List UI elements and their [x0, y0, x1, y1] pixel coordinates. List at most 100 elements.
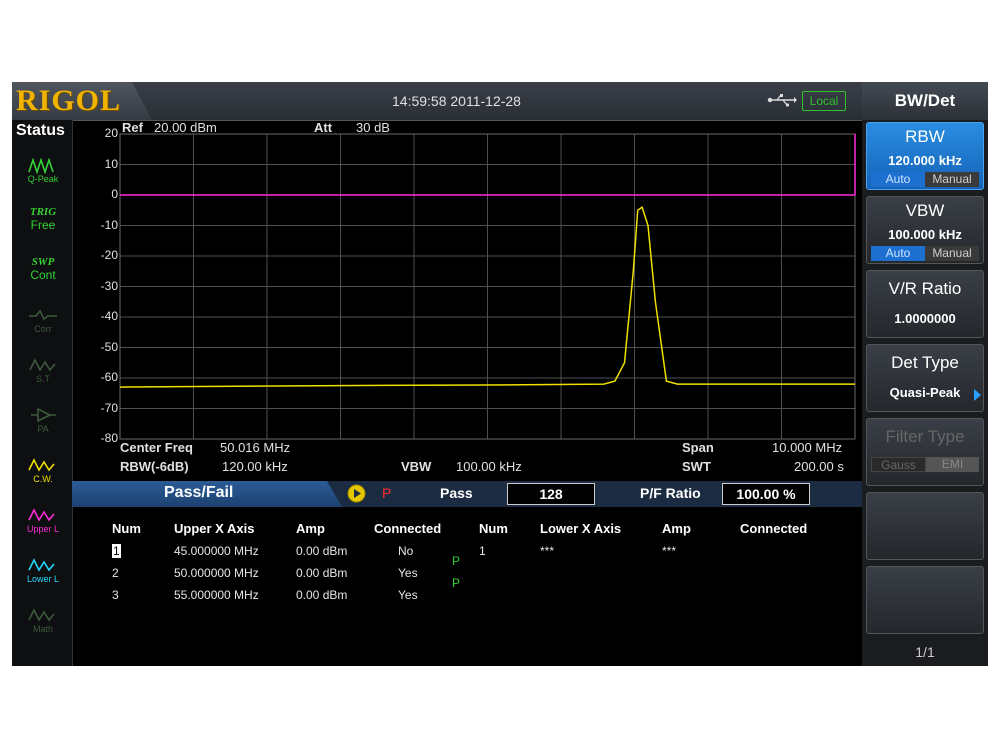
st-icon	[29, 358, 56, 372]
center-freq-label: Center Freq	[120, 440, 193, 455]
status-item-title: SWP	[31, 256, 55, 268]
lower-x-header: Lower X Axis	[540, 521, 622, 536]
det-type-label: Det Type	[891, 353, 959, 372]
status-item-title: TRIG	[29, 206, 57, 218]
lower-amp-header: Amp	[662, 521, 691, 536]
status-item: Q-Peak	[20, 156, 66, 200]
status-item: S.T	[20, 356, 66, 400]
usb-icon	[767, 94, 797, 107]
upper-x-header: Upper X Axis	[174, 521, 255, 536]
pass-mark: P	[452, 576, 461, 590]
lower-limit-icon	[28, 558, 55, 572]
submenu-arrow-icon	[974, 389, 981, 401]
status-title: Status	[16, 122, 65, 139]
empty-menu-button-7[interactable]	[866, 566, 984, 634]
status-item-label: S.T	[35, 374, 50, 384]
center-freq-value: 50.016 MHz	[220, 440, 291, 455]
upper-row-connected: Yes	[398, 588, 418, 602]
filter-emi[interactable]: EMI	[926, 457, 979, 472]
filter-type-button[interactable]: Filter Type Gauss EMI	[866, 418, 984, 486]
limit-table: Num Upper X Axis Amp Connected Num Lower…	[72, 507, 862, 666]
status-item-value: Cont	[30, 268, 56, 282]
status-item: Lower L	[20, 556, 66, 600]
qpeak-icon	[28, 157, 54, 174]
lower-row-amp: ***	[662, 544, 677, 558]
upper-row-amp: 0.00 dBm	[296, 566, 348, 580]
pa-icon	[31, 407, 56, 423]
pass-fail-bar: Pass/Fail P Pass 128 P/F Ratio 100.00 %	[72, 481, 862, 507]
status-item-label: Q-Peak	[27, 174, 59, 184]
det-type-value: Quasi-Peak	[889, 385, 961, 400]
upper-row-num: 1	[112, 544, 121, 558]
vbw-auto-manual-toggle[interactable]: Auto Manual	[871, 246, 979, 261]
datetime: 14:59:58 2011-12-28	[392, 93, 521, 109]
upper-num-header: Num	[112, 521, 141, 536]
status-item: Upper L	[20, 506, 66, 550]
pf-ratio-label: P/F Ratio	[640, 485, 701, 501]
lower-connected-header: Connected	[740, 521, 808, 536]
filter-type-toggle[interactable]: Gauss EMI	[871, 457, 979, 472]
lower-row-num: 1	[479, 544, 486, 558]
swt-value: 200.00 s	[794, 459, 844, 474]
vr-ratio-button[interactable]: V/R Ratio 1.0000000	[866, 270, 984, 338]
spectrum-plot[interactable]	[72, 120, 862, 440]
rigol-logo: RIGOL	[16, 84, 122, 117]
rbw-readout-value: 120.00 kHz	[222, 459, 288, 474]
status-item-label: PA	[37, 424, 49, 434]
lower-num-header: Num	[479, 521, 508, 536]
status-item: PA	[20, 406, 66, 450]
upper-row-x: 45.000000 MHz	[174, 544, 259, 558]
upper-row-amp: 0.00 dBm	[296, 588, 348, 602]
rbw-readout-label: RBW(-6dB)	[120, 459, 189, 474]
rbw-label: RBW	[905, 127, 945, 146]
vbw-value: 100.000 kHz	[888, 227, 962, 242]
pass-count: 128	[507, 483, 595, 505]
status-item-label: Math	[32, 624, 53, 634]
cw-icon	[28, 458, 55, 472]
upper-amp-header: Amp	[296, 521, 325, 536]
upper-row-num: 3	[112, 588, 119, 602]
page-indicator: 1/1	[915, 644, 935, 660]
vbw-button[interactable]: VBW 100.000 kHz Auto Manual	[866, 196, 984, 264]
status-item-label: C.W.	[33, 474, 53, 484]
vr-ratio-label: V/R Ratio	[888, 279, 962, 298]
status-panel: Status Q-Peak TRIG Free SWP Cont Corr S.T PA C.W…	[12, 120, 73, 666]
status-item: Corr	[20, 306, 66, 350]
status-item-value: Free	[30, 218, 56, 232]
upper-row-x: 50.000000 MHz	[174, 566, 259, 580]
vbw-readout-label: VBW	[401, 459, 432, 474]
upper-connected-header: Connected	[374, 521, 442, 536]
vbw-label: VBW	[905, 201, 945, 220]
pass-label: Pass	[440, 485, 473, 501]
rbw-value: 120.000 kHz	[888, 153, 962, 168]
pass-mark: P	[452, 554, 461, 568]
empty-menu-button-6[interactable]	[866, 492, 984, 560]
filter-gauss[interactable]: Gauss	[871, 457, 926, 472]
lower-row-x: ***	[540, 544, 555, 558]
span-value: 10.000 MHz	[772, 440, 843, 455]
soft-menu: BW/Det RBW 120.000 kHz Auto Manual VBW 1…	[862, 82, 988, 666]
pf-ratio-value: 100.00 %	[722, 483, 810, 505]
play-icon[interactable]	[347, 484, 366, 503]
vbw-readout-value: 100.00 kHz	[456, 459, 522, 474]
vbw-auto[interactable]: Auto	[871, 246, 925, 261]
vbw-manual[interactable]: Manual	[925, 246, 979, 261]
status-item-label: Upper L	[26, 524, 60, 534]
top-bar: RIGOL 14:59:58 2011-12-28 Local	[12, 82, 862, 121]
status-item-label: Corr	[34, 324, 52, 334]
spectrum-graph: Ref 20.00 dBm Att 30 dB 20 10 0 -10 -20 -30 -4…	[72, 120, 862, 445]
analyzer-screen: RIGOL 14:59:58 2011-12-28 Local Status Q…	[12, 82, 988, 666]
rbw-button[interactable]: RBW 120.000 kHz Auto Manual	[866, 122, 984, 190]
filter-type-label: Filter Type	[885, 427, 965, 446]
pass-fail-title[interactable]: Pass/Fail	[72, 481, 342, 507]
status-item: TRIG Free	[20, 206, 66, 250]
rbw-manual[interactable]: Manual	[925, 172, 979, 187]
rbw-auto[interactable]: Auto	[871, 172, 925, 187]
status-item: C.W.	[20, 456, 66, 500]
rbw-auto-manual-toggle[interactable]: Auto Manual	[871, 172, 979, 187]
upper-row-connected: No	[398, 544, 414, 558]
det-type-button[interactable]: Det Type Quasi-Peak	[866, 344, 984, 412]
menu-title: BW/Det	[862, 82, 988, 120]
upper-row-amp: 0.00 dBm	[296, 544, 348, 558]
span-label: Span	[682, 440, 714, 455]
